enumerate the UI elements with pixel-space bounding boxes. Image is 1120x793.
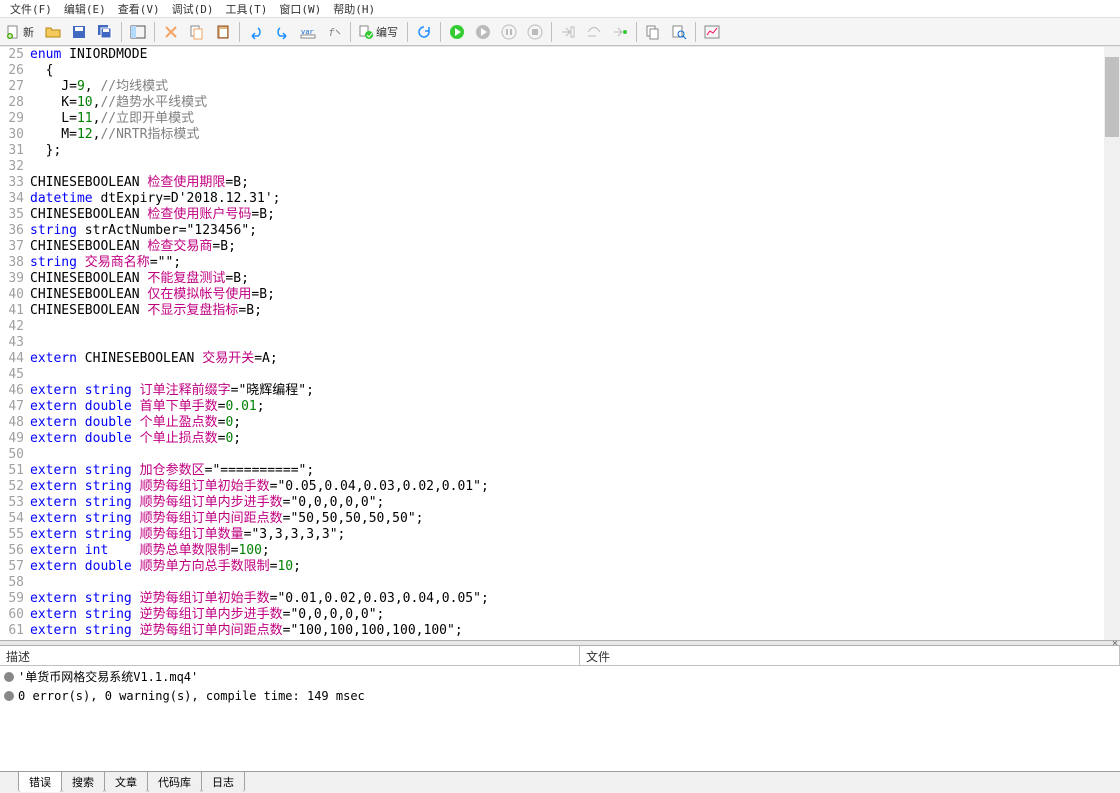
menu-window[interactable]: 窗口(W) — [273, 1, 327, 17]
output-row[interactable]: 0 error(s), 0 warning(s), compile time: … — [0, 687, 1120, 705]
open-button[interactable] — [41, 20, 65, 44]
save-all-icon — [97, 24, 113, 40]
step-into-icon — [560, 24, 576, 40]
toolbar-separator — [695, 22, 696, 42]
save-icon — [71, 24, 87, 40]
code-editor[interactable]: 2526272829303132333435363738394041424344… — [0, 46, 1120, 640]
redo-button[interactable] — [270, 20, 294, 44]
debug-start-button[interactable] — [445, 20, 469, 44]
panel-splitter[interactable] — [0, 640, 1120, 646]
tab-log[interactable]: 日志 — [201, 771, 245, 792]
editor-scrollbar[interactable] — [1104, 47, 1120, 640]
compile-button[interactable]: 编写 — [355, 20, 403, 44]
debug-pause-button[interactable] — [497, 20, 521, 44]
debug-history-button[interactable] — [471, 20, 495, 44]
scrollbar-thumb[interactable] — [1105, 57, 1119, 137]
line-number-gutter: 2526272829303132333435363738394041424344… — [0, 47, 30, 640]
copy-doc-icon — [645, 24, 661, 40]
menu-debug[interactable]: 调试(D) — [166, 1, 220, 17]
new-file-button[interactable]: 新 — [2, 20, 39, 44]
output-text: '单货币网格交易系统V1.1.mq4' — [18, 668, 198, 685]
svg-text:f: f — [328, 26, 335, 39]
toolbar-separator — [239, 22, 240, 42]
tab-codebase[interactable]: 代码库 — [147, 771, 202, 792]
tab-articles[interactable]: 文章 — [104, 771, 148, 792]
bottom-tabs: 错误 搜索 文章 代码库 日志 — [0, 771, 1120, 793]
copy-button[interactable] — [185, 20, 209, 44]
toolbar-separator — [154, 22, 155, 42]
refresh-icon — [416, 24, 432, 40]
compile-icon — [358, 24, 374, 40]
chart-button[interactable] — [700, 20, 724, 44]
toolbar: 新 var f 编写 — [0, 18, 1120, 46]
cut-icon — [163, 24, 179, 40]
menu-view[interactable]: 查看(V) — [112, 1, 166, 17]
undo-icon — [248, 24, 264, 40]
output-panel: 描述 文件 '单货币网格交易系统V1.1.mq4' 0 error(s), 0 … — [0, 646, 1120, 766]
code-content[interactable]: enum INIORDMODE { J=9, //均线模式 K=10,//趋势水… — [30, 47, 1120, 640]
output-text: 0 error(s), 0 warning(s), compile time: … — [18, 689, 365, 703]
toolbar-separator — [440, 22, 441, 42]
new-file-label: 新 — [23, 24, 34, 40]
play-history-icon — [475, 24, 491, 40]
tab-errors[interactable]: 错误 — [18, 771, 62, 792]
save-button[interactable] — [67, 20, 91, 44]
copy-doc-button[interactable] — [641, 20, 665, 44]
tab-search[interactable]: 搜索 — [61, 771, 105, 792]
output-column-description[interactable]: 描述 — [0, 646, 580, 665]
step-over-button[interactable] — [582, 20, 606, 44]
open-icon — [45, 24, 61, 40]
new-file-icon — [5, 24, 21, 40]
status-dot-icon — [4, 672, 14, 682]
output-column-file[interactable]: 文件 — [580, 646, 1120, 665]
output-body[interactable]: '单货币网格交易系统V1.1.mq4' 0 error(s), 0 warnin… — [0, 666, 1120, 766]
compile-label: 编写 — [376, 24, 398, 40]
copy-icon — [189, 24, 205, 40]
menu-file[interactable]: 文件(F) — [4, 1, 58, 17]
pause-icon — [501, 24, 517, 40]
chart-icon — [704, 24, 720, 40]
search-icon — [671, 24, 687, 40]
toolbar-separator — [407, 22, 408, 42]
toolbar-separator — [636, 22, 637, 42]
status-dot-icon — [4, 691, 14, 701]
output-header: 描述 文件 — [0, 646, 1120, 666]
play-icon — [449, 24, 465, 40]
menu-tools[interactable]: 工具(T) — [220, 1, 274, 17]
navigator-icon — [130, 24, 146, 40]
redo-icon — [274, 24, 290, 40]
menu-help[interactable]: 帮助(H) — [327, 1, 381, 17]
step-out-icon — [612, 24, 628, 40]
step-into-button[interactable] — [556, 20, 580, 44]
paste-button[interactable] — [211, 20, 235, 44]
stop-icon — [527, 24, 543, 40]
undo-button[interactable] — [244, 20, 268, 44]
output-row[interactable]: '单货币网格交易系统V1.1.mq4' — [0, 666, 1120, 687]
search-button[interactable] — [667, 20, 691, 44]
toolbar-separator — [121, 22, 122, 42]
toolbar-separator — [551, 22, 552, 42]
function-button[interactable]: f — [322, 20, 346, 44]
navigator-button[interactable] — [126, 20, 150, 44]
refresh-button[interactable] — [412, 20, 436, 44]
cut-button[interactable] — [159, 20, 183, 44]
step-out-button[interactable] — [608, 20, 632, 44]
menu-edit[interactable]: 编辑(E) — [58, 1, 112, 17]
function-icon: f — [326, 24, 342, 40]
var-icon: var — [300, 24, 316, 40]
debug-stop-button[interactable] — [523, 20, 547, 44]
paste-icon — [215, 24, 231, 40]
var-button[interactable]: var — [296, 20, 320, 44]
step-over-icon — [586, 24, 602, 40]
toolbar-separator — [350, 22, 351, 42]
menu-bar: 文件(F) 编辑(E) 查看(V) 调试(D) 工具(T) 窗口(W) 帮助(H… — [0, 0, 1120, 18]
save-all-button[interactable] — [93, 20, 117, 44]
